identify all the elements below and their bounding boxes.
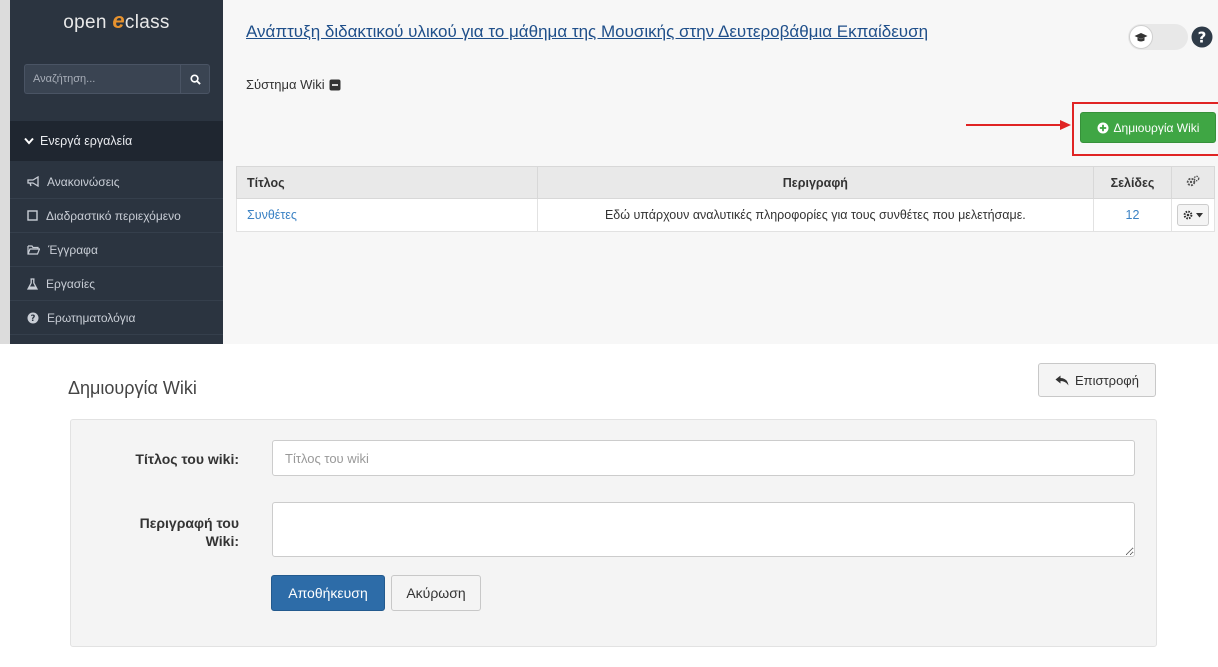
caret-down-icon [1195,212,1203,217]
flask-icon [27,277,38,290]
page-subtitle: Σύστημα Wiki [246,77,341,92]
sidebar: open eclass Ενεργά εργαλεία Ανακοινώσεις [10,0,223,344]
create-wiki-button[interactable]: Δημιουργία Wiki [1080,112,1216,143]
wiki-table: Τίτλος Περιγραφή Σελίδες Συνθέτες Εδώ υπ… [236,166,1216,232]
sidebar-item-interactive-content[interactable]: Διαδραστικό περιεχόμενο [10,199,223,233]
pages-count-link[interactable]: 12 [1126,208,1140,222]
row-description-cell: Εδώ υπάρχουν αναλυτικές πληροφορίες για … [536,198,1095,232]
sidebar-item-assignments[interactable]: Εργασίες [10,267,223,301]
form-title: Δημιουργία Wiki [68,378,197,398]
sidebar-edge [0,0,10,344]
logo[interactable]: open eclass [10,8,223,34]
sidebar-item-label: Ερωτηματολόγια [47,310,136,325]
help-icon[interactable]: ? [1191,26,1213,48]
column-header-description[interactable]: Περιγραφή [536,166,1095,199]
description-label-line1: Περιγραφή του [139,515,239,531]
question-circle-icon: ? [27,312,39,324]
column-header-actions [1170,166,1216,199]
column-header-pages[interactable]: Σελίδες [1093,166,1172,199]
subtitle-text: Σύστημα Wiki [246,77,325,92]
megaphone-icon [27,176,39,187]
description-label-line2: Wiki: [205,533,239,549]
plus-circle-icon [1097,122,1109,133]
collapse-icon[interactable] [329,79,341,91]
table-row: Συνθέτες Εδώ υπάρχουν αναλυτικές πληροφο… [236,198,1216,232]
description-field-label: Περιγραφή του Wiki: [100,514,239,550]
sidebar-item-label: Έγγραφα [48,242,98,257]
row-actions-cell [1170,198,1216,232]
back-label: Επιστροφή [1075,372,1139,388]
sidebar-item-announcements[interactable]: Ανακοινώσεις [10,165,223,199]
wiki-title-link[interactable]: Συνθέτες [247,208,297,222]
gears-icon [1186,175,1200,187]
svg-text:?: ? [1198,29,1207,47]
create-wiki-label: Δημιουργία Wiki [1113,120,1200,135]
row-title-cell: Συνθέτες [236,198,538,232]
sidebar-tool-list: Ανακοινώσεις Διαδραστικό περιεχόμενο Έγγ… [10,165,223,335]
logo-prefix: open [63,12,113,33]
sidebar-item-label: Διαδραστικό περιεχόμενο [46,208,181,223]
save-button[interactable]: Αποθήκευση [271,575,385,611]
back-button[interactable]: Επιστροφή [1038,363,1156,397]
wiki-description-textarea[interactable] [272,502,1135,557]
row-actions-dropdown[interactable] [1176,204,1209,226]
square-icon [27,210,38,221]
sidebar-item-label: Εργασίες [46,276,95,291]
search-button[interactable] [180,64,210,94]
reply-arrow-icon [1055,375,1069,385]
row-pages-cell: 12 [1093,198,1172,232]
tools-section-header[interactable]: Ενεργά εργαλεία [10,121,223,161]
sidebar-item-documents[interactable]: Έγγραφα [10,233,223,267]
chevron-down-icon [24,137,34,145]
svg-text:?: ? [31,314,36,324]
graduation-cap-icon [1134,32,1148,41]
search-icon [189,73,201,85]
wiki-title-input[interactable] [272,440,1135,476]
column-header-title[interactable]: Τίτλος [236,166,538,199]
sidebar-search [24,64,210,94]
search-input[interactable] [24,64,180,94]
sidebar-item-questionnaires[interactable]: ? Ερωτηματολόγια [10,301,223,335]
tools-section-label: Ενεργά εργαλεία [40,134,133,148]
course-title-link[interactable]: Ανάπτυξη διδακτικού υλικού για το μάθημα… [246,22,1006,41]
logo-e: e [112,8,125,33]
logo-suffix: class [124,12,170,33]
table-header-row: Τίτλος Περιγραφή Σελίδες [236,166,1216,199]
folder-open-icon [27,245,40,255]
title-field-label: Τίτλος του wiki: [135,451,239,467]
student-view-toggle[interactable] [1128,24,1188,50]
annotation-arrow [966,120,1071,130]
course-page-screenshot: open eclass Ενεργά εργαλεία Ανακοινώσεις [0,0,1218,344]
sidebar-item-label: Ανακοινώσεις [47,174,120,189]
toggle-knob [1129,25,1153,49]
gear-icon [1183,210,1193,220]
cancel-button[interactable]: Ακύρωση [391,575,481,611]
